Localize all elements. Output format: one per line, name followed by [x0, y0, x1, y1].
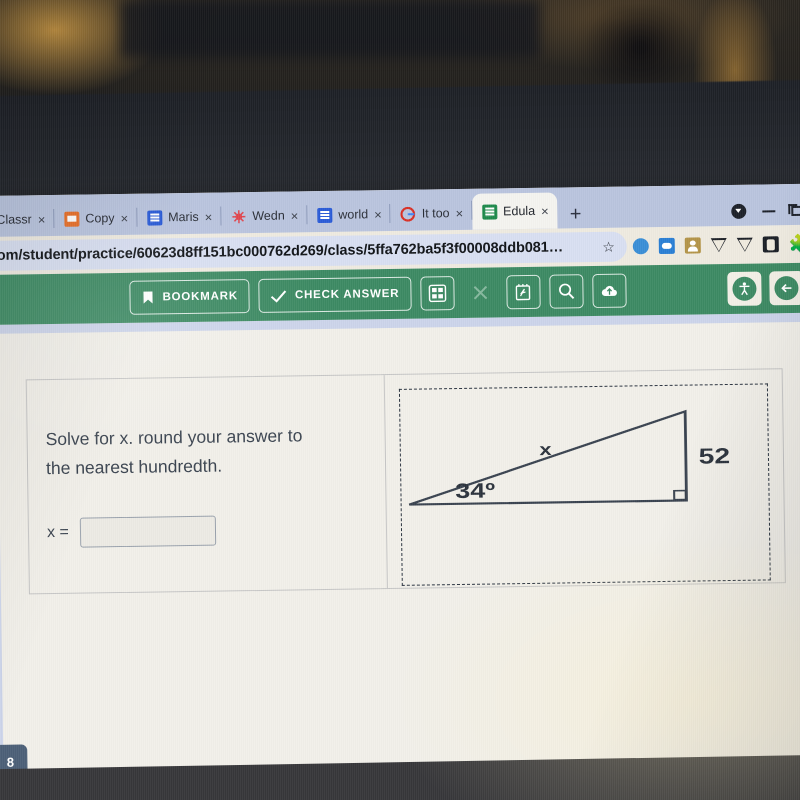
minimize-icon[interactable]	[762, 209, 776, 212]
blue-circle-extension-icon[interactable]	[632, 238, 649, 255]
new-tab-button[interactable]: +	[558, 203, 594, 229]
hypotenuse-label: x	[539, 440, 552, 459]
question-prompt-pane: Solve for x. round your answer to the ne…	[26, 375, 388, 594]
edulastic-icon	[482, 203, 498, 220]
bookmark-button[interactable]: BOOKMARK	[129, 279, 251, 315]
answer-row: x =	[47, 513, 356, 548]
google-slides-icon	[64, 211, 80, 227]
tab-title: Maris	[168, 209, 199, 225]
browser-tab-6-active[interactable]: Edula ×	[471, 192, 558, 230]
question-content-box: Solve for x. round your answer to the ne…	[25, 368, 786, 595]
bookmark-icon	[141, 291, 154, 305]
laptop-bezel-reflection	[0, 0, 800, 215]
restore-icon[interactable]	[791, 205, 800, 216]
browser-window: Classr × Copy × Maris × Wedn × world × I…	[0, 183, 800, 782]
bookmark-star-icon[interactable]: ☆	[596, 238, 621, 255]
tab-close-icon[interactable]: ×	[455, 205, 463, 220]
window-controls	[731, 203, 800, 226]
tab-title: world	[338, 207, 369, 222]
dark-lock-extension-icon[interactable]	[762, 236, 779, 253]
tab-close-icon[interactable]: ×	[374, 207, 382, 222]
check-answer-label: CHECK ANSWER	[294, 287, 400, 302]
cloud-sync-extension-icon[interactable]	[658, 237, 675, 255]
reflection-dark-panel	[120, 0, 540, 58]
toolbar-right-buttons	[727, 270, 800, 307]
tab-title: Copy	[85, 211, 115, 226]
toolbar-button-group: BOOKMARK CHECK ANSWER	[129, 273, 627, 315]
practice-page-body: Solve for x. round your answer to the ne…	[0, 312, 800, 782]
cloud-upload-icon	[600, 283, 618, 298]
tab-close-icon[interactable]: ×	[38, 212, 46, 227]
diagram-dashed-frame: x 52 34º	[398, 383, 771, 586]
google-docs-icon	[147, 209, 163, 226]
google-g-icon	[400, 206, 416, 222]
check-answer-button[interactable]: CHECK ANSWER	[258, 276, 412, 313]
question-prompt-line1: Solve for x. round your answer to	[45, 425, 303, 450]
cloud-upload-button[interactable]	[592, 273, 627, 309]
tab-title: Classr	[0, 212, 32, 227]
laptop-screen-photo: Classr × Copy × Maris × Wedn × world × I…	[0, 0, 800, 800]
calculator-grid-icon	[428, 284, 447, 303]
tab-title: Wedn	[252, 208, 285, 224]
tab-close-icon[interactable]: ×	[205, 209, 213, 224]
google-docs-icon	[317, 207, 333, 223]
magnifier-icon	[557, 282, 575, 300]
back-arrow-icon	[774, 275, 799, 301]
browser-tab-3[interactable]: Wedn ×	[221, 198, 308, 233]
browser-tab-5[interactable]: It too ×	[391, 196, 473, 231]
tab-close-icon[interactable]: ×	[541, 203, 549, 218]
accessibility-button[interactable]	[727, 271, 762, 307]
puzzle-piece-extensions-icon[interactable]: 🧩	[789, 234, 800, 253]
angle-label: 34º	[455, 479, 495, 503]
question-diagram-pane: x 52 34º	[385, 369, 785, 588]
browser-tab-4[interactable]: world ×	[307, 197, 391, 232]
shield-outline-extension-icon-2[interactable]	[736, 237, 753, 252]
calculator-grid-button[interactable]	[420, 276, 455, 311]
toolbar-left-cut-label: v	[0, 292, 12, 307]
shield-outline-extension-icon[interactable]	[710, 238, 727, 253]
url-pill[interactable]: com/student/practice/60623d8ff151bc00076…	[0, 231, 628, 271]
scratchpad-button[interactable]	[506, 274, 541, 310]
close-x-icon	[471, 284, 489, 302]
close-x-button	[463, 275, 498, 310]
asterisk-red-icon	[231, 209, 246, 224]
tab-title: Edula	[503, 203, 536, 219]
browser-tab-0[interactable]: Classr ×	[0, 202, 55, 237]
opposite-side-label: 52	[698, 444, 730, 469]
checkmark-icon	[271, 289, 287, 303]
answer-input[interactable]	[79, 515, 217, 548]
tab-close-icon[interactable]: ×	[291, 208, 299, 223]
scratchpad-icon	[515, 283, 532, 301]
right-triangle-figure: x 52 34º	[408, 409, 730, 506]
extensions-row: 🧩	[632, 234, 800, 255]
answer-label: x =	[46, 523, 69, 541]
bookmark-label: BOOKMARK	[162, 290, 239, 304]
back-arrow-button[interactable]	[769, 270, 800, 306]
tab-close-icon[interactable]: ×	[120, 210, 128, 225]
profile-extension-icon[interactable]	[684, 237, 701, 254]
tab-title: It too	[421, 206, 450, 221]
browser-tab-2[interactable]: Maris ×	[137, 200, 222, 235]
browser-tab-1[interactable]: Copy ×	[54, 201, 137, 236]
url-input[interactable]: com/student/practice/60623d8ff151bc00076…	[0, 239, 596, 264]
profile-avatar-icon[interactable]	[731, 203, 747, 219]
question-card: Solve for x. round your answer to the ne…	[0, 321, 800, 782]
question-prompt-line2: the nearest hundredth.	[45, 455, 223, 479]
accessibility-icon	[732, 276, 757, 301]
magnifier-button[interactable]	[549, 274, 584, 309]
